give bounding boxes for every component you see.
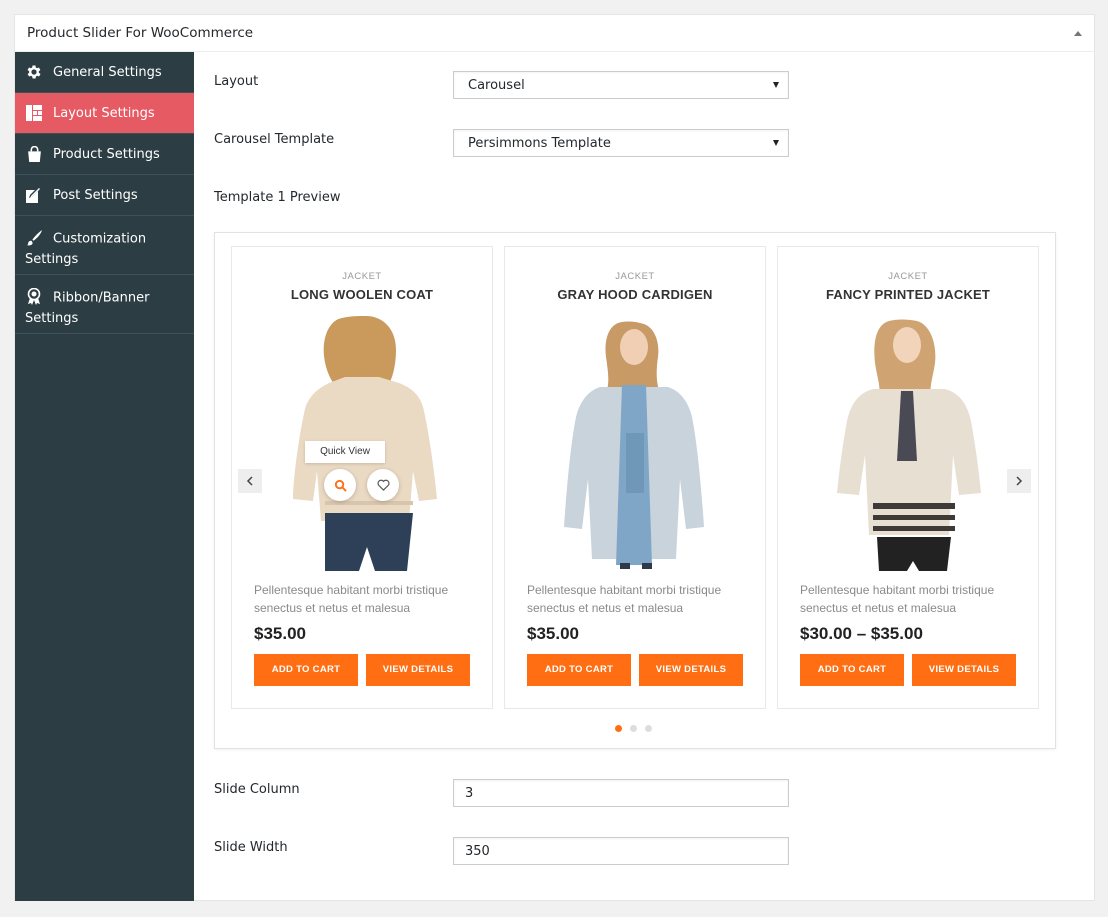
sidebar-item-product-settings[interactable]: Product Settings [15, 134, 194, 175]
sidebar-item-ribbon-banner-settings[interactable]: Ribbon/Banner Settings [15, 275, 194, 334]
product-card: JACKET FANCY PRINTED JACKET Pellentesque… [777, 246, 1039, 709]
sidebar-item-customization-settings[interactable]: Customization Settings [15, 216, 194, 275]
slide-width-label: Slide Width [214, 840, 288, 855]
product-card: JACKET LONG WOOLEN COAT Quick View Pelle… [231, 246, 493, 709]
product-category: JACKET [615, 271, 655, 282]
edit-post-icon [25, 186, 43, 204]
layout-label: Layout [214, 74, 259, 89]
chevron-left-icon [246, 476, 253, 486]
add-to-cart-button[interactable]: ADD TO CART [800, 654, 904, 686]
layout-select[interactable]: Carousel [453, 71, 789, 99]
carousel-pagination [615, 725, 652, 732]
carousel-template-select[interactable]: Persimmons Template [453, 129, 789, 157]
product-price: $30.00 – $35.00 [800, 624, 923, 643]
carousel-template-select-value: Persimmons Template [468, 135, 611, 151]
template-preview: JACKET LONG WOOLEN COAT Quick View Pelle… [214, 232, 1056, 749]
collapse-arrow-icon[interactable] [1074, 30, 1082, 36]
wishlist-button[interactable] [367, 469, 399, 501]
product-description: Pellentesque habitant morbi tristique se… [800, 583, 995, 615]
quick-view-tooltip: Quick View [305, 441, 385, 463]
product-title[interactable]: FANCY PRINTED JACKET [778, 287, 1038, 302]
sidebar-item-label: General Settings [53, 64, 162, 80]
carousel-prev-button[interactable] [238, 469, 262, 493]
panel-header: Product Slider For WooCommerce [15, 15, 1094, 52]
product-image[interactable] [813, 313, 1003, 571]
quick-view-button[interactable] [324, 469, 356, 501]
layout-grid-icon [25, 104, 43, 122]
chevron-down-icon [773, 140, 779, 146]
sidebar-item-label: Post Settings [53, 187, 138, 203]
add-to-cart-button[interactable]: ADD TO CART [527, 654, 631, 686]
add-to-cart-button[interactable]: ADD TO CART [254, 654, 358, 686]
heart-icon [376, 479, 390, 491]
carousel-dot[interactable] [615, 725, 622, 732]
sidebar-item-label: Layout Settings [53, 105, 155, 121]
slide-column-value: 3 [465, 785, 474, 801]
sidebar-item-label: Product Settings [53, 146, 160, 162]
chevron-right-icon [1016, 476, 1023, 486]
sidebar-item-label: Customization Settings [25, 231, 147, 267]
view-details-button[interactable]: VIEW DETAILS [639, 654, 743, 686]
shop-bag-icon [25, 145, 43, 163]
award-ribbon-icon [25, 287, 43, 305]
product-description: Pellentesque habitant morbi tristique se… [527, 583, 722, 615]
gear-icon [25, 63, 43, 81]
product-image[interactable] [540, 313, 730, 571]
sidebar-item-post-settings[interactable]: Post Settings [15, 175, 194, 216]
product-card: JACKET GRAY HOOD CARDIGEN Pellentesque h… [504, 246, 766, 709]
carousel-dot[interactable] [630, 725, 637, 732]
slide-width-input[interactable]: 350 [453, 837, 789, 865]
settings-panel: Product Slider For WooCommerce General S… [14, 14, 1095, 901]
view-details-button[interactable]: VIEW DETAILS [366, 654, 470, 686]
carousel-template-label: Carousel Template [214, 132, 335, 147]
product-price: $35.00 [254, 624, 306, 643]
slide-column-label: Slide Column [214, 782, 300, 797]
carousel-next-button[interactable] [1007, 469, 1031, 493]
search-icon [334, 479, 347, 492]
panel-title: Product Slider For WooCommerce [27, 25, 254, 41]
sidebar-item-layout-settings[interactable]: Layout Settings [15, 93, 194, 134]
paint-brush-icon [25, 228, 43, 246]
product-category: JACKET [342, 271, 382, 282]
product-title[interactable]: LONG WOOLEN COAT [232, 287, 492, 302]
view-details-button[interactable]: VIEW DETAILS [912, 654, 1016, 686]
chevron-down-icon [773, 82, 779, 88]
product-title[interactable]: GRAY HOOD CARDIGEN [505, 287, 765, 302]
carousel-dot[interactable] [645, 725, 652, 732]
slide-column-input[interactable]: 3 [453, 779, 789, 807]
settings-sidebar: General Settings Layout Settings Product… [15, 52, 194, 901]
template-preview-label: Template 1 Preview [214, 190, 341, 205]
product-price: $35.00 [527, 624, 579, 643]
product-category: JACKET [888, 271, 928, 282]
slide-width-value: 350 [465, 843, 490, 859]
sidebar-item-label: Ribbon/Banner Settings [25, 290, 150, 326]
layout-select-value: Carousel [468, 77, 525, 93]
sidebar-item-general-settings[interactable]: General Settings [15, 52, 194, 93]
product-description: Pellentesque habitant morbi tristique se… [254, 583, 449, 615]
